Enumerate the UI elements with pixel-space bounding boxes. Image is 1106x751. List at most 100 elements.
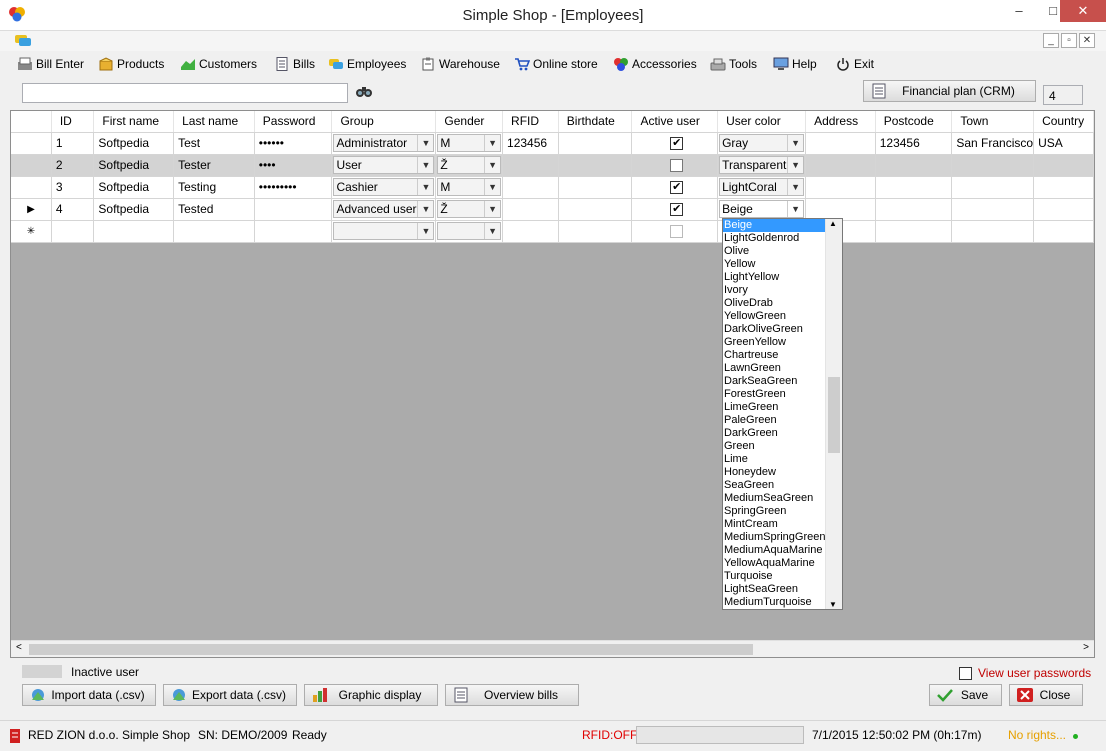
new-cell-town[interactable] bbox=[951, 220, 1035, 243]
cell-birthdate[interactable] bbox=[558, 176, 633, 199]
color-option[interactable]: MediumSpringGreen bbox=[723, 531, 827, 544]
mdi-close-button[interactable]: ✕ bbox=[1079, 33, 1095, 48]
cell-gender[interactable]: Ž ▼ bbox=[435, 198, 504, 221]
table-row[interactable]: 2 Softpedia Tester •••• User ▼ Ž ▼ Transparent ▼ bbox=[11, 154, 1094, 177]
combo-box[interactable]: Beige ▼ bbox=[719, 200, 805, 218]
menu-bills[interactable]: Bills bbox=[274, 55, 315, 73]
combo-box[interactable]: Advanced user ▼ bbox=[333, 200, 435, 218]
close-window-button[interactable]: ✕ bbox=[1060, 0, 1106, 22]
new-cell-postcode[interactable] bbox=[875, 220, 953, 243]
export-csv-button[interactable]: Export data (.csv) bbox=[163, 684, 297, 706]
new-cell-country[interactable] bbox=[1033, 220, 1094, 243]
color-option[interactable]: DarkGreen bbox=[723, 427, 827, 440]
chevron-down-icon[interactable]: ▼ bbox=[484, 223, 500, 239]
menu-tools[interactable]: Tools bbox=[710, 55, 757, 73]
save-button[interactable]: Save bbox=[929, 684, 1002, 706]
menu-employees[interactable]: Employees bbox=[328, 55, 406, 73]
cell-gender[interactable]: M ▼ bbox=[435, 132, 504, 155]
column-header[interactable]: Last name bbox=[173, 111, 255, 133]
cell-color[interactable]: Gray ▼ bbox=[717, 132, 807, 155]
user-color-dropdown[interactable]: Beige LightGoldenrod Olive Yellow LightYello… bbox=[722, 218, 843, 610]
binoculars-icon[interactable] bbox=[355, 84, 373, 98]
new-cell-last[interactable] bbox=[173, 220, 255, 243]
color-option[interactable]: PaleGreen bbox=[723, 414, 827, 427]
column-header[interactable]: Password bbox=[254, 111, 333, 133]
cell-address[interactable] bbox=[805, 198, 876, 221]
combo-box[interactable]: Ž ▼ bbox=[437, 156, 502, 174]
cell-active[interactable]: ✔ bbox=[631, 132, 719, 155]
cell-id[interactable]: 3 bbox=[51, 176, 95, 199]
color-option[interactable]: LightGoldenrod bbox=[723, 232, 827, 245]
cell-gender[interactable]: Ž ▼ bbox=[435, 154, 504, 177]
cell-birthdate[interactable] bbox=[558, 154, 633, 177]
cell-address[interactable] bbox=[805, 154, 876, 177]
cell-last[interactable]: Tested bbox=[173, 198, 255, 221]
color-option[interactable]: DarkOliveGreen bbox=[723, 323, 827, 336]
row-header[interactable]: ▶ bbox=[11, 198, 52, 221]
color-option[interactable]: SeaGreen bbox=[723, 479, 827, 492]
cell-password[interactable]: ••••••••• bbox=[254, 176, 333, 199]
cell-town[interactable] bbox=[951, 198, 1035, 221]
color-option[interactable]: ForestGreen bbox=[723, 388, 827, 401]
cell-town[interactable] bbox=[951, 154, 1035, 177]
cell-country[interactable] bbox=[1033, 176, 1094, 199]
combo-box[interactable]: LightCoral ▼ bbox=[719, 178, 805, 196]
cell-last[interactable]: Tester bbox=[173, 154, 255, 177]
scroll-down-icon[interactable]: ▼ bbox=[829, 600, 837, 609]
cell-group[interactable]: User ▼ bbox=[331, 154, 437, 177]
color-option[interactable]: SpringGreen bbox=[723, 505, 827, 518]
cell-password[interactable]: •••• bbox=[254, 154, 333, 177]
cell-id[interactable]: 2 bbox=[51, 154, 95, 177]
chevron-down-icon[interactable]: ▼ bbox=[417, 201, 433, 217]
cell-gender[interactable]: M ▼ bbox=[435, 176, 504, 199]
color-option[interactable]: MediumAquaMarine bbox=[723, 544, 827, 557]
cell-rfid[interactable]: 123456 bbox=[502, 132, 559, 155]
column-header[interactable]: First name bbox=[93, 111, 175, 133]
new-cell-first[interactable] bbox=[93, 220, 175, 243]
column-header[interactable]: Postcode bbox=[875, 111, 953, 133]
cell-active[interactable]: ✔ bbox=[631, 198, 719, 221]
cell-town[interactable] bbox=[951, 176, 1035, 199]
scroll-up-icon[interactable]: ▲ bbox=[829, 219, 837, 228]
active-checkbox[interactable]: ✔ bbox=[670, 180, 684, 194]
chevron-down-icon[interactable]: ▼ bbox=[417, 135, 433, 151]
combo-box[interactable]: User ▼ bbox=[333, 156, 435, 174]
color-option[interactable]: YellowGreen bbox=[723, 310, 827, 323]
cell-country[interactable] bbox=[1033, 198, 1094, 221]
color-option[interactable]: LightYellow bbox=[723, 271, 827, 284]
chevron-down-icon[interactable]: ▼ bbox=[484, 157, 500, 173]
chevron-down-icon[interactable]: ▼ bbox=[787, 201, 803, 217]
chevron-down-icon[interactable]: ▼ bbox=[484, 201, 500, 217]
cell-postcode[interactable] bbox=[875, 176, 953, 199]
overview-bills-button[interactable]: Overview bills bbox=[445, 684, 579, 706]
financial-plan-button[interactable]: Financial plan (CRM) bbox=[863, 80, 1036, 102]
close-button[interactable]: Close bbox=[1009, 684, 1083, 706]
cell-town[interactable]: San Francisco bbox=[951, 132, 1035, 155]
menu-online-store[interactable]: Online store bbox=[514, 55, 598, 73]
column-header[interactable]: Gender bbox=[435, 111, 504, 133]
chevron-down-icon[interactable]: ▼ bbox=[787, 135, 803, 151]
cell-postcode[interactable] bbox=[875, 198, 953, 221]
color-option[interactable]: Green bbox=[723, 440, 827, 453]
cell-country[interactable]: USA bbox=[1033, 132, 1094, 155]
active-checkbox[interactable] bbox=[670, 224, 684, 238]
chevron-down-icon[interactable]: ▼ bbox=[417, 179, 433, 195]
table-row[interactable]: 3 Softpedia Testing ••••••••• Cashier ▼ M ▼ ✔ Lig… bbox=[11, 176, 1094, 199]
color-option[interactable]: OliveDrab bbox=[723, 297, 827, 310]
cell-password[interactable]: •••••• bbox=[254, 132, 333, 155]
cell-active[interactable]: ✔ bbox=[631, 176, 719, 199]
cell-first[interactable]: Softpedia bbox=[93, 154, 175, 177]
row-header[interactable] bbox=[11, 176, 52, 199]
chevron-down-icon[interactable]: ▼ bbox=[417, 157, 433, 173]
combo-box[interactable]: Cashier ▼ bbox=[333, 178, 435, 196]
chevron-down-icon[interactable]: ▼ bbox=[484, 135, 500, 151]
cell-group[interactable]: Administrator ▼ bbox=[331, 132, 437, 155]
color-option[interactable]: Yellow bbox=[723, 258, 827, 271]
column-header[interactable]: Town bbox=[951, 111, 1035, 133]
menu-accessories[interactable]: Accessories bbox=[613, 55, 697, 73]
table-row[interactable]: 1 Softpedia Test •••••• Administrator ▼ M ▼ 1234… bbox=[11, 132, 1094, 155]
color-option[interactable]: Beige bbox=[723, 219, 827, 232]
menu-products[interactable]: Products bbox=[98, 55, 164, 73]
chevron-down-icon[interactable]: ▼ bbox=[484, 179, 500, 195]
scroll-right-icon[interactable]: > bbox=[1083, 642, 1089, 653]
